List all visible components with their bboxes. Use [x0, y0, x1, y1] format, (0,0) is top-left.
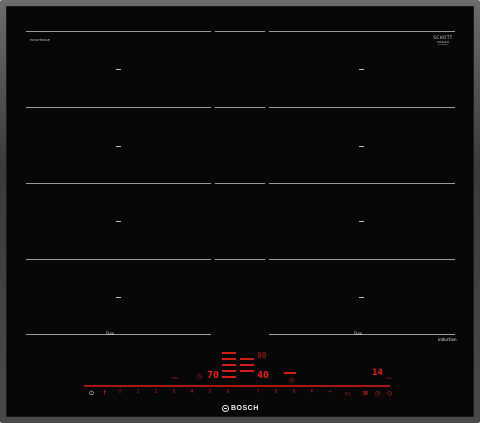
zone-line — [26, 31, 211, 32]
power-indicator-bar — [222, 352, 236, 354]
zone-line — [269, 259, 455, 260]
zone-line — [215, 31, 265, 32]
zone-right-clock-icon[interactable]: ◷ — [287, 376, 296, 385]
slider-step[interactable]: 2 — [150, 389, 162, 395]
zone-center-mark — [116, 69, 121, 70]
bosch-logo: BOSCH — [222, 404, 262, 413]
zone-center-mark — [116, 146, 121, 147]
slider-step[interactable]: 9 — [288, 389, 300, 395]
power-indicator-bar — [240, 370, 254, 372]
bosch-armature-icon — [222, 405, 229, 412]
zone-left-clock-icon[interactable]: ◷ — [195, 372, 204, 381]
zone-line — [215, 183, 265, 184]
power-indicator-bar — [222, 364, 236, 366]
timer-unit: min — [386, 376, 392, 380]
zone-line — [26, 183, 211, 184]
lock-icon[interactable]: ⊠ — [361, 389, 370, 398]
zone-line — [269, 107, 455, 108]
slider-step[interactable]: 6 — [222, 389, 234, 395]
zone-left-display: 70 — [207, 370, 220, 381]
fry-sensor-icon[interactable]: f — [100, 389, 109, 398]
glass-maker-line3: ceranglass — [437, 44, 449, 46]
zone-line — [26, 334, 211, 335]
model-text: PXV975DV1E — [30, 38, 50, 42]
power-indicator-bar — [240, 364, 254, 366]
power-indicator-bar — [240, 358, 254, 360]
pan-icon[interactable]: ▭ — [343, 389, 352, 398]
power-indicator-bar — [222, 358, 236, 360]
slider-step[interactable]: 1 — [132, 389, 144, 395]
zone-line — [269, 31, 455, 32]
power-indicator-bar — [222, 376, 236, 378]
zone-center-mark — [116, 221, 121, 222]
induction-label: induction — [438, 337, 457, 342]
power-slider-track[interactable] — [84, 385, 390, 387]
program-label: PRG — [172, 376, 179, 380]
zone-center-mark — [359, 297, 364, 298]
slider-step[interactable]: 3 — [168, 389, 180, 395]
zone-center-mark — [116, 297, 121, 298]
brand-name: BOSCH — [231, 405, 259, 412]
slider-step[interactable]: 0 — [114, 389, 126, 395]
slider-step[interactable]: + — [324, 389, 336, 395]
ceramic-glass-surface — [6, 6, 474, 417]
zone-center-mark — [359, 146, 364, 147]
zone-line — [26, 107, 211, 108]
power-indicator-bar — [222, 370, 236, 372]
clock-icon[interactable]: ◷ — [385, 389, 394, 398]
slider-step[interactable]: 4 — [186, 389, 198, 395]
slider-step[interactable]: 7 — [252, 389, 264, 395]
zone-line — [269, 183, 455, 184]
flex-zone-label-right: Flex — [354, 331, 363, 336]
power-button-icon[interactable]: ⏻ — [87, 389, 96, 398]
zone-line — [215, 107, 265, 108]
slider-step[interactable]: P — [306, 389, 318, 395]
timer-icon[interactable]: ◷ — [373, 389, 382, 398]
zone-top-display: 00 — [257, 351, 267, 360]
power-indicator-bar — [284, 372, 296, 374]
zone-center-mark — [359, 69, 364, 70]
zone-right-display: 40 — [257, 370, 270, 381]
zone-center-mark — [359, 221, 364, 222]
slider-step[interactable]: 8 — [270, 389, 282, 395]
zone-line — [26, 259, 211, 260]
schott-ceran-logo: SCHOTT CERAN ceranglass — [430, 35, 456, 47]
flex-zone-label-left: Flex — [106, 331, 115, 336]
zone-line — [215, 259, 265, 260]
slider-step[interactable]: 5 — [204, 389, 216, 395]
timer-display: 14 — [372, 368, 383, 378]
